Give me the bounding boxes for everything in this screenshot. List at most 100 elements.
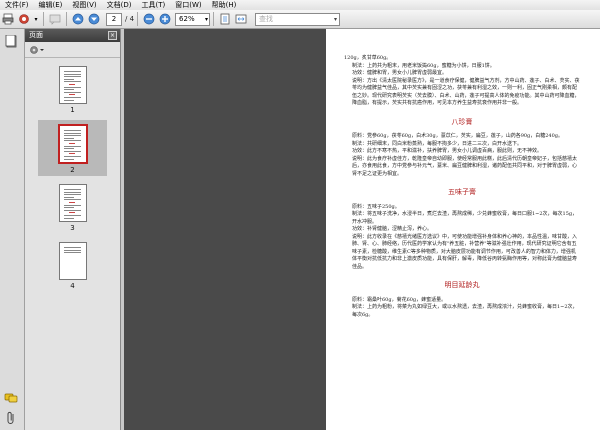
- paragraph: 原料：霜桑叶60g，菊花60g，蜂蜜适量。: [352, 296, 447, 303]
- thumbnail-text-line: [63, 91, 81, 93]
- attachment-icon[interactable]: [5, 411, 17, 425]
- thumbnail-text-line: [63, 156, 81, 157]
- thumbnail-image: [58, 184, 87, 222]
- paragraph: 制法：共研细末，同白米粉蒸熟，每服不拘多少，日进二三次，白开水送下。: [352, 140, 523, 147]
- chevron-down-icon: ▾: [334, 15, 338, 23]
- zoom-select[interactable]: 62% ▾: [175, 12, 211, 26]
- chevron-down-icon[interactable]: ▾: [33, 12, 39, 26]
- panel-header: 页面 ×: [25, 29, 120, 42]
- paragraph: 功效：补肾健脑，涩精止泻，养心。: [352, 226, 433, 232]
- thumbnail-text-line: [63, 249, 81, 251]
- menu-bar: 文件(F) 编辑(E) 视图(V) 文档(D) 工具(T) 窗口(W) 帮助(H): [0, 0, 600, 10]
- thumbnail-label: 3: [70, 224, 75, 232]
- menu-item-4[interactable]: 工具(T): [137, 0, 171, 10]
- zoom-value: 62%: [179, 14, 195, 23]
- thumbnail-list: 1 2 3 4: [25, 58, 120, 292]
- next-page-icon[interactable]: [87, 12, 101, 26]
- pages-panel: 页面 × 1 2 3 4: [25, 29, 121, 430]
- thumbnail-text-line: [63, 215, 81, 216]
- menu-item-6[interactable]: 帮助(H): [207, 0, 242, 10]
- thumbnail-text-line: [63, 86, 81, 88]
- paragraph: 说明：此方收录在《慈禧光绪医方选议》中，可使功能增强补身体和养心神的，本品性温，…: [352, 233, 578, 270]
- toolbar-separator: [137, 12, 139, 26]
- toolbar-separator: [66, 12, 67, 26]
- thumbnail-text-line: [63, 196, 74, 198]
- thumbnail-text-line: [63, 145, 81, 147]
- section-heading: 明目延龄丸: [444, 281, 480, 289]
- section-heading: 五味子膏: [448, 188, 476, 196]
- menu-item-0[interactable]: 文件(F): [0, 0, 34, 10]
- paragraph: 说明：方出《清太医院秘录医方》，是一道食疗保健，健脾益气方剂，方中山药、莲子、白…: [352, 77, 580, 107]
- print-icon[interactable]: [1, 12, 15, 26]
- menu-item-2[interactable]: 视图(V): [67, 0, 101, 10]
- thumbnail-text-line: [68, 143, 75, 144]
- close-icon[interactable]: ×: [108, 31, 117, 40]
- share-icon[interactable]: [17, 12, 31, 26]
- page-thumbnail[interactable]: 4: [38, 238, 107, 292]
- fit-page-icon[interactable]: [218, 12, 232, 26]
- thumbnail-text-line: [63, 209, 81, 211]
- page-number-input[interactable]: 2: [106, 12, 122, 26]
- page-thumbnail[interactable]: 3: [38, 180, 107, 234]
- fit-width-icon[interactable]: [234, 12, 248, 26]
- search-input[interactable]: 查找 ▾: [255, 12, 341, 26]
- thumbnail-image: [57, 124, 88, 164]
- comments-icon[interactable]: [4, 392, 18, 404]
- thumbnail-image: [58, 66, 87, 104]
- thumbnail-label: 1: [70, 106, 75, 114]
- thumbnail-text-line: [63, 137, 74, 139]
- paragraph: 原料：五味子250g。: [352, 203, 400, 210]
- thumbnail-text-line: [63, 81, 81, 83]
- paragraph: 120g，炙甘草60g。: [344, 55, 392, 61]
- paragraph: 功效：健脾和胃，男女小儿脾胃虚弱最宜。: [352, 70, 448, 76]
- panel-options: [25, 42, 120, 58]
- menu-item-5[interactable]: 窗口(W): [170, 0, 206, 10]
- thumbnail-text-line: [63, 89, 74, 91]
- thumbnail-text-line: [63, 78, 74, 80]
- thumbnail-text-line: [63, 97, 81, 98]
- options-icon[interactable]: [29, 45, 45, 55]
- thumbnail-text-line: [63, 199, 81, 201]
- menu-item-1[interactable]: 编辑(E): [34, 0, 68, 10]
- thumbnail-text-line: [63, 99, 74, 101]
- thumbnail-text-line: [63, 217, 74, 219]
- page-thumbnail[interactable]: 1: [38, 62, 107, 116]
- thumbnail-text-line: [63, 207, 74, 209]
- thumbnail-text-line: [63, 247, 81, 248]
- toolbar-separator: [43, 12, 44, 26]
- toolbar-separator: [213, 12, 215, 26]
- thumbnail-text-line: [63, 252, 81, 254]
- comment-icon[interactable]: [48, 12, 62, 26]
- thumbnail-image: [58, 242, 87, 280]
- paragraph: 说明：此为食疗补虚佳方，乾隆皇帝自幼即服，使经常服用此糕，此后清代历朝皇帝妃子，…: [352, 155, 578, 177]
- thumbnail-text-line: [63, 73, 81, 75]
- thumbnail-text-line: [63, 71, 81, 72]
- previous-page-icon[interactable]: [71, 12, 85, 26]
- thumbnail-text-line: [68, 202, 75, 203]
- zoom-in-icon[interactable]: [158, 12, 172, 26]
- thumbnail-text-line: [63, 191, 81, 193]
- search-placeholder: 查找: [259, 14, 274, 23]
- section-heading: 八珍膏: [451, 117, 473, 126]
- paragraph: 制法：将五味子洗净，水浸半日，煮烂去渣，再熬成稀，少兑蜂蜜收膏，每日口服1~2次…: [352, 211, 578, 225]
- navigation-strip: [0, 29, 25, 430]
- thumbnail-text-line: [63, 148, 74, 150]
- thumbnail-text-line: [63, 130, 81, 131]
- thumbnail-label: 2: [70, 166, 75, 174]
- page-count: / 4: [125, 15, 135, 23]
- thumbnail-text-line: [63, 150, 81, 152]
- zoom-out-icon[interactable]: [142, 12, 156, 26]
- thumbnail-text-line: [68, 84, 75, 85]
- thumbnail-text-line: [63, 135, 81, 137]
- document-view[interactable]: 120g，炙甘草60g。 制法：上药共为粗末，用老米饭捣60g，蜜糖为小饼，日服1…: [124, 29, 600, 430]
- page-content: 120g，炙甘草60g。 制法：上药共为粗末，用老米饭捣60g，蜜糖为小饼，日服1…: [344, 55, 580, 319]
- menu-item-3[interactable]: 文档(D): [102, 0, 137, 10]
- toolbar: ▾ 2 / 4 62% ▾ 查找 ▾: [0, 10, 600, 29]
- chevron-down-icon: ▾: [205, 15, 209, 23]
- pages-panel-icon[interactable]: [5, 34, 18, 48]
- panel-title: 页面: [29, 31, 43, 39]
- thumbnail-text-line: [63, 189, 81, 190]
- thumbnail-text-line: [63, 204, 81, 206]
- thumbnail-text-line: [68, 94, 75, 96]
- page-thumbnail[interactable]: 2: [38, 120, 107, 176]
